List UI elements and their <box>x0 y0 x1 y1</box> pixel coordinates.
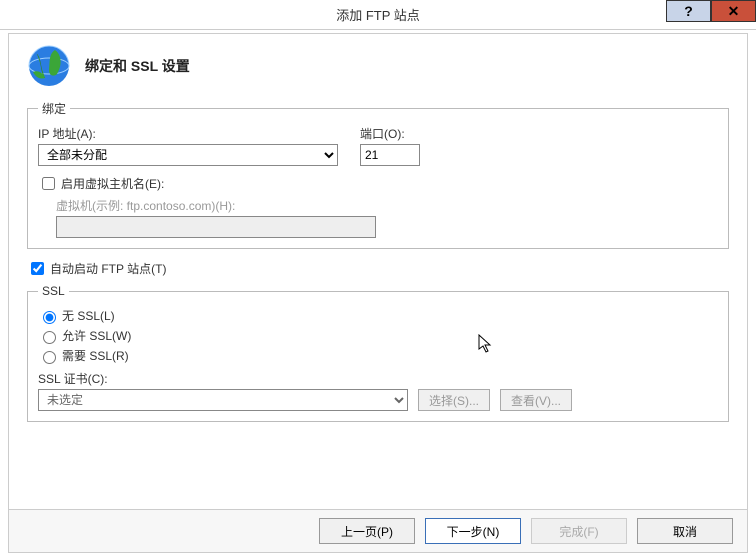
ssl-group: SSL 无 SSL(L) 允许 SSL(W) 需要 SSL(R) SSL 证书(… <box>27 284 729 422</box>
ip-address-label: IP 地址(A): <box>38 125 338 142</box>
finish-button: 完成(F) <box>531 518 627 544</box>
ssl-allow-radio[interactable] <box>43 331 56 344</box>
port-label: 端口(O): <box>360 125 420 142</box>
virtual-host-checkbox-label: 启用虚拟主机名(E): <box>61 175 164 192</box>
globe-icon <box>27 44 71 88</box>
autostart-label: 自动启动 FTP 站点(T) <box>50 260 166 277</box>
titlebar: 添加 FTP 站点 ? ✕ <box>0 0 756 30</box>
ip-address-select[interactable]: 全部未分配 <box>38 144 338 166</box>
ssl-none-radio[interactable] <box>43 311 56 324</box>
port-input[interactable] <box>360 144 420 166</box>
ssl-legend: SSL <box>38 284 69 298</box>
binding-group: 绑定 IP 地址(A): 全部未分配 端口(O): 启用虚拟主机名(E): 虚拟… <box>27 100 729 249</box>
ssl-select-button: 选择(S)... <box>418 389 490 411</box>
virtual-host-input <box>56 216 376 238</box>
window-title: 添加 FTP 站点 <box>0 5 756 24</box>
ssl-cert-label: SSL 证书(C): <box>38 370 718 387</box>
page-title: 绑定和 SSL 设置 <box>85 56 190 76</box>
next-button[interactable]: 下一步(N) <box>425 518 521 544</box>
ssl-allow-label: 允许 SSL(W) <box>62 327 131 344</box>
dialog-body: 绑定和 SSL 设置 绑定 IP 地址(A): 全部未分配 端口(O): 启用虚… <box>8 33 748 553</box>
ssl-cert-select[interactable]: 未选定 <box>38 389 408 411</box>
content-area: 绑定 IP 地址(A): 全部未分配 端口(O): 启用虚拟主机名(E): 虚拟… <box>9 94 747 436</box>
dialog-footer: 上一页(P) 下一步(N) 完成(F) 取消 <box>9 509 747 552</box>
virtual-host-checkbox[interactable] <box>42 177 55 190</box>
ssl-require-radio[interactable] <box>43 351 56 364</box>
dialog-header: 绑定和 SSL 设置 <box>9 34 747 94</box>
window-controls: ? ✕ <box>666 0 756 22</box>
virtual-host-hint: 虚拟机(示例: ftp.contoso.com)(H): <box>56 197 718 214</box>
ssl-require-label: 需要 SSL(R) <box>62 347 129 364</box>
cancel-button[interactable]: 取消 <box>637 518 733 544</box>
ssl-view-button: 查看(V)... <box>500 389 572 411</box>
help-button[interactable]: ? <box>666 0 711 22</box>
autostart-checkbox[interactable] <box>31 262 44 275</box>
ssl-none-label: 无 SSL(L) <box>62 307 115 324</box>
binding-legend: 绑定 <box>38 100 70 117</box>
close-button[interactable]: ✕ <box>711 0 756 22</box>
previous-button[interactable]: 上一页(P) <box>319 518 415 544</box>
